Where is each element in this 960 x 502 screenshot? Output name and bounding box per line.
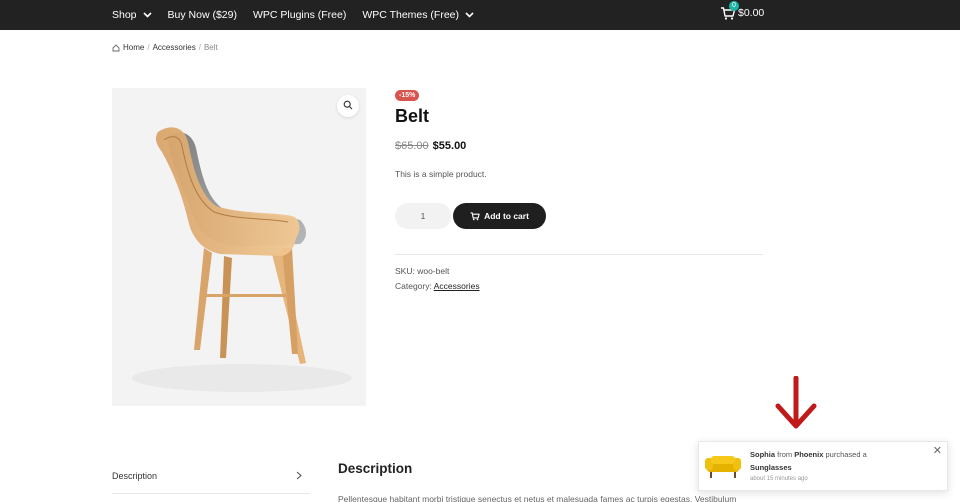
- tab-label: Description: [112, 471, 158, 481]
- tab-description[interactable]: Description: [112, 471, 310, 481]
- nav-item-wpc-themes[interactable]: WPC Themes (Free): [362, 9, 474, 21]
- breadcrumb-separator: /: [147, 43, 150, 52]
- breadcrumb-current: Belt: [203, 43, 218, 52]
- chevron-down-icon: [465, 12, 474, 18]
- nav-item-label: Buy Now ($29): [167, 9, 237, 21]
- down-arrow-icon: [774, 375, 818, 437]
- nav-item-buy-now[interactable]: Buy Now ($29): [168, 9, 237, 21]
- breadcrumb-category-link[interactable]: Accessories: [153, 43, 196, 52]
- breadcrumb: Home / Accessories / Belt: [112, 43, 218, 52]
- popup-product-name[interactable]: Sunglasses: [750, 463, 792, 472]
- add-to-cart-button[interactable]: Add to cart: [453, 203, 546, 229]
- breadcrumb-separator: /: [198, 43, 201, 52]
- popup-action: purchased a: [825, 450, 867, 459]
- summary-divider: [395, 254, 763, 255]
- chair-illustration: [132, 127, 352, 392]
- nav-item-label: WPC Themes (Free): [362, 9, 459, 21]
- tab-divider: [112, 493, 310, 494]
- cart-total: $0.00: [738, 7, 765, 19]
- product-title: Belt: [395, 106, 430, 126]
- product-price: $65.00 $55.00: [395, 140, 466, 152]
- popup-from: from: [777, 450, 793, 459]
- cart-icon: 0: [720, 1, 739, 21]
- popup-message: Sophia from Phoenix purchased a: [750, 450, 867, 459]
- magnify-icon: [343, 97, 353, 115]
- popup-time: about 15 minutes ago: [750, 476, 808, 482]
- nav-item-label: Shop: [112, 9, 137, 21]
- sale-price: $55.00: [432, 140, 467, 152]
- cart-count-badge: 0: [729, 1, 739, 11]
- popup-customer: Sophia: [750, 450, 776, 459]
- description-body: Pellentesque habitant morbi tristique se…: [338, 494, 737, 502]
- product-image[interactable]: [112, 88, 366, 406]
- breadcrumb-home-link[interactable]: Home: [123, 43, 144, 52]
- nav-item-shop[interactable]: Shop: [112, 9, 152, 21]
- add-to-cart-label: Add to cart: [484, 211, 529, 221]
- chevron-down-icon: [142, 12, 152, 18]
- category-link[interactable]: Accessories: [434, 281, 480, 291]
- quantity-input[interactable]: [395, 203, 451, 229]
- popup-product-image: [701, 448, 745, 484]
- sku-value: woo-belt: [417, 266, 450, 276]
- regular-price: $65.00: [395, 140, 429, 152]
- short-description: This is a simple product.: [395, 169, 487, 179]
- nav-item-wpc-plugins[interactable]: WPC Plugins (Free): [253, 9, 346, 21]
- sku-label: SKU:: [395, 266, 415, 276]
- popup-city: Phoenix: [794, 450, 824, 459]
- product-sku: SKU: woo-belt: [395, 266, 449, 276]
- product-category: Category: Accessories: [395, 281, 480, 291]
- top-nav-bar: Shop Buy Now ($29) WPC Plugins (Free) WP…: [0, 0, 960, 30]
- sales-notification-popup[interactable]: Sophia from Phoenix purchased a Sunglass…: [698, 441, 948, 491]
- main-menu: Shop Buy Now ($29) WPC Plugins (Free) WP…: [112, 0, 490, 30]
- image-zoom-button[interactable]: [337, 95, 359, 117]
- chevron-right-icon: [296, 471, 302, 482]
- description-heading: Description: [338, 461, 413, 476]
- sale-badge: -15%: [395, 90, 420, 101]
- cart-icon: [470, 211, 480, 221]
- category-label: Category:: [395, 281, 432, 291]
- header-cart[interactable]: 0 $0.00: [720, 1, 765, 21]
- home-icon: [112, 43, 120, 52]
- nav-item-label: WPC Plugins (Free): [252, 9, 347, 21]
- close-icon[interactable]: ✕: [933, 446, 942, 457]
